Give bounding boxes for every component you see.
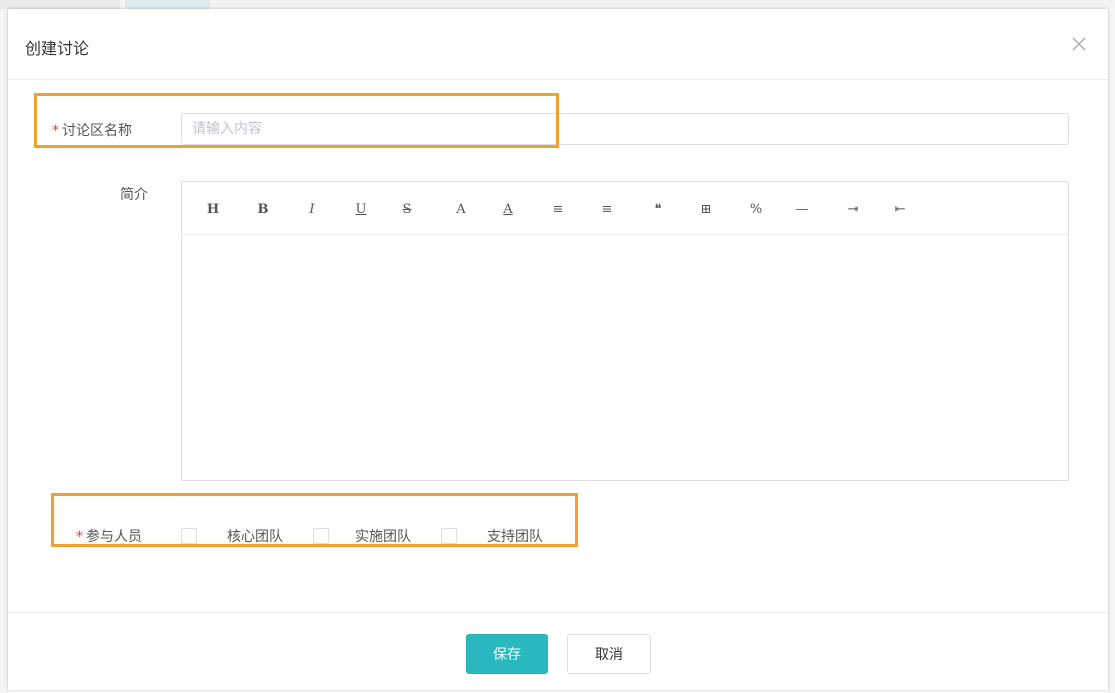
outdent-icon[interactable]: ⇤ [889,199,911,219]
participants-label-text: 参与人员 [86,529,142,545]
background-tab-active [125,0,210,9]
background-right-edge [1108,9,1115,693]
horizontal-rule-icon[interactable]: — [791,199,813,219]
intro-label: 简介 [120,187,148,203]
dialog-header: 创建讨论 [8,9,1108,80]
link-icon[interactable]: % [745,199,767,219]
core-team-label[interactable]: 核心团队 [227,526,283,546]
bold-icon[interactable]: B [252,199,274,219]
quote-icon[interactable]: ❝ [647,199,669,219]
background-color-icon[interactable]: A [497,199,519,219]
underline-icon[interactable]: U [350,199,372,219]
heading-icon[interactable]: H [202,199,224,219]
indent-icon[interactable]: ⇥ [842,199,864,219]
italic-icon[interactable]: I [301,199,323,219]
implementation-team-label[interactable]: 实施团队 [355,526,411,546]
name-label-text: 讨论区名称 [62,123,132,139]
editor-toolbar: H B I U S A A ≡ ≡ ❝ ⊞ % — ⇥ ⇤ [182,182,1068,235]
discussion-name-input[interactable] [181,113,1069,145]
required-mark: * [52,123,59,139]
dialog-title: 创建讨论 [25,39,90,58]
strikethrough-icon[interactable]: S [396,199,418,219]
background-left-edge [0,9,8,693]
support-team-checkbox[interactable] [441,528,457,544]
background-tab [0,0,120,9]
save-button[interactable]: 保存 [466,634,548,674]
cancel-button[interactable]: 取消 [567,634,651,674]
implementation-team-checkbox[interactable] [313,528,329,544]
dialog-footer: 保存 取消 [8,612,1108,691]
required-mark: * [76,529,83,545]
support-team-label[interactable]: 支持团队 [487,526,543,546]
name-field-label: * 讨论区名称 [52,120,132,140]
font-color-icon[interactable]: A [450,199,472,219]
background-top-bar [0,0,1115,9]
participants-label: * 参与人员 [76,526,142,546]
editor-content-area[interactable] [182,235,1068,480]
rich-text-editor: H B I U S A A ≡ ≡ ❝ ⊞ % — ⇥ ⇤ [181,181,1069,481]
ordered-list-icon[interactable]: ≡ [547,199,569,219]
table-icon[interactable]: ⊞ [695,199,717,219]
close-icon[interactable] [1068,33,1090,55]
unordered-list-icon[interactable]: ≡ [596,199,618,219]
create-discussion-dialog: 创建讨论 *讨论区名称 简介 H B I U S A A ≡ ≡ ❝ ⊞ % — [8,9,1108,690]
core-team-checkbox[interactable] [181,528,197,544]
